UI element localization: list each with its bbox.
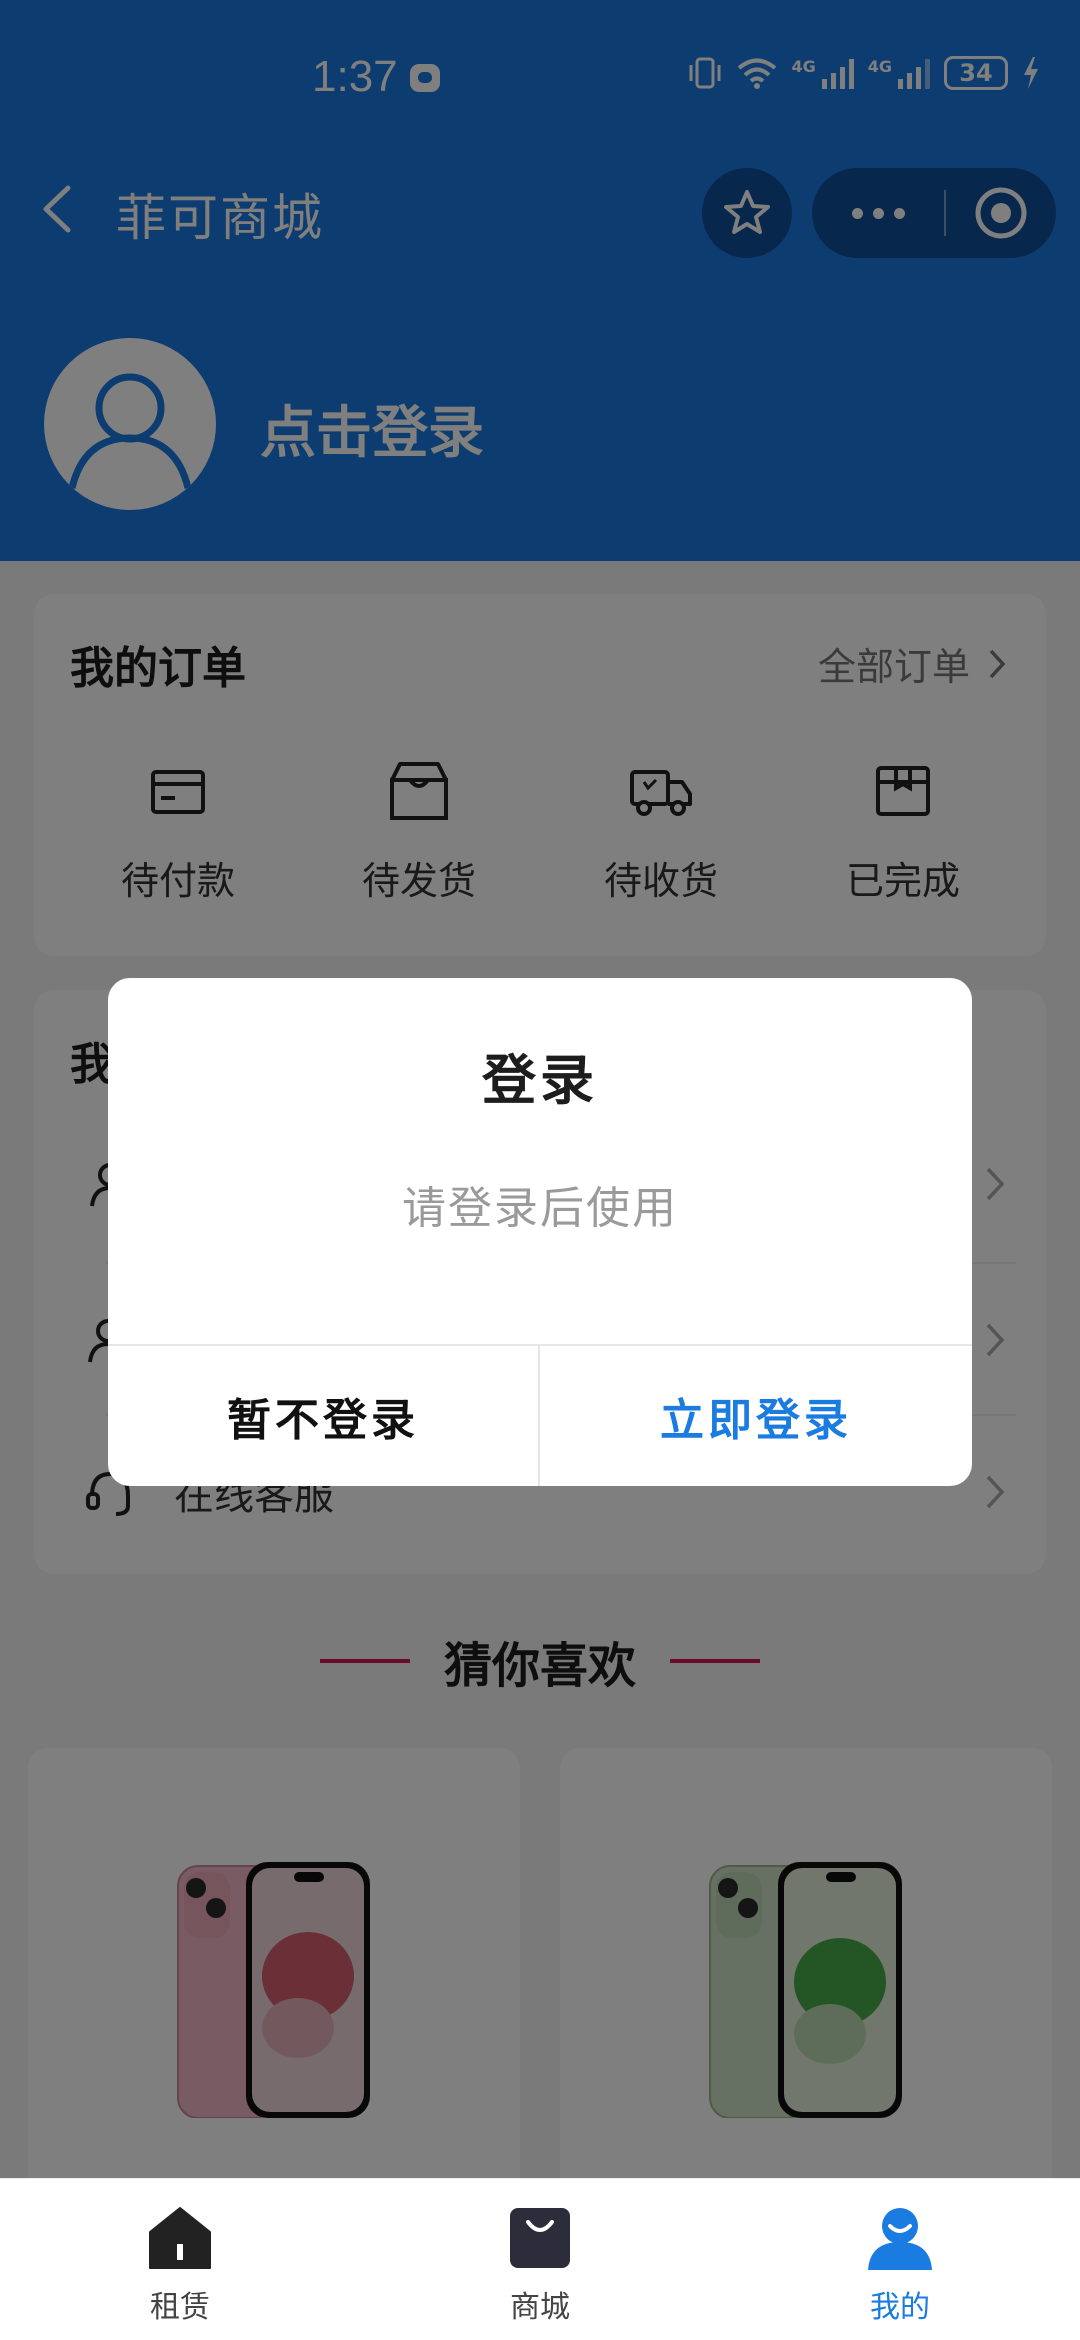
tab-rent[interactable]: 租赁 bbox=[80, 2204, 280, 2326]
tab-mine[interactable]: 我的 bbox=[800, 2204, 1000, 2326]
tab-label: 租赁 bbox=[150, 2290, 210, 2325]
login-dialog: 登录 请登录后使用 暂不登录 立即登录 bbox=[108, 978, 972, 1486]
login-now-button[interactable]: 立即登录 bbox=[540, 1346, 972, 1486]
dialog-message: 请登录后使用 bbox=[402, 1183, 678, 1234]
home-icon bbox=[149, 2207, 211, 2269]
dialog-title: 登录 bbox=[482, 1049, 598, 1112]
tab-label: 我的 bbox=[870, 2290, 930, 2325]
tab-label: 商城 bbox=[510, 2290, 570, 2325]
tab-mall[interactable]: 商城 bbox=[440, 2204, 640, 2326]
profile-icon bbox=[868, 2208, 932, 2270]
cancel-login-button[interactable]: 暂不登录 bbox=[108, 1346, 538, 1486]
shopping-bag-icon bbox=[510, 2208, 570, 2268]
